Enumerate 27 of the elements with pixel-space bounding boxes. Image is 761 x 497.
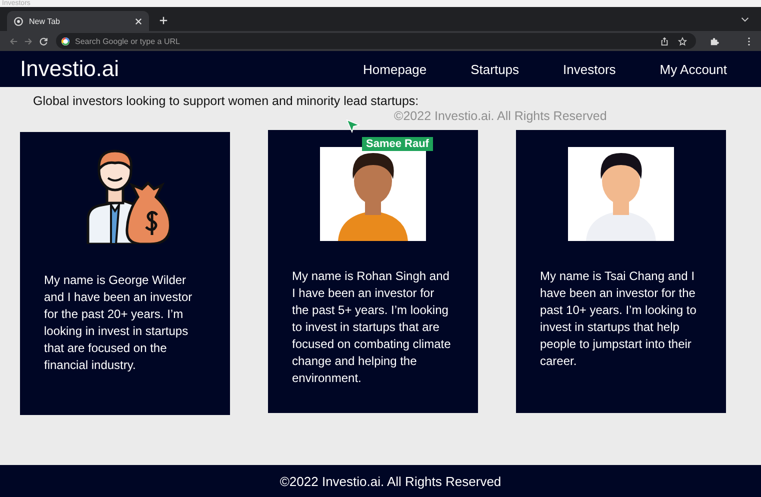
share-icon[interactable] bbox=[660, 36, 669, 46]
nav-link[interactable]: Homepage bbox=[363, 62, 427, 76]
copyright-text: ©2022 Investio.ai. All Rights Reserved bbox=[280, 474, 502, 488]
cursor-icon bbox=[346, 119, 360, 133]
new-tab-icon[interactable] bbox=[159, 16, 168, 25]
reload-icon[interactable] bbox=[39, 36, 48, 46]
nav-link[interactable]: Investors bbox=[563, 62, 616, 76]
google-icon bbox=[61, 36, 70, 46]
globe-icon bbox=[14, 16, 23, 26]
address-bar[interactable]: Search Google or type a URL bbox=[56, 33, 696, 49]
collaborator-label: Samee Rauf bbox=[362, 137, 433, 151]
logo[interactable]: Investio.ai bbox=[20, 56, 120, 82]
nav-link[interactable]: Startups bbox=[470, 62, 520, 76]
intro-text: Global investors looking to support women and minority lead startups: bbox=[33, 94, 420, 108]
menu-icon[interactable] bbox=[747, 36, 751, 46]
investor-bio: My name is Rohan Singh and I have been an investor for the past 5+ years. I’m looking to invest in startups that are focused on combating climate change and helping the environment. bbox=[292, 268, 452, 387]
investor-bio: My name is George Wilder and I have been an investor for the past 20+ years. I’m looking in invest in startups that are focused on the financial industry. bbox=[44, 272, 194, 374]
close-icon[interactable] bbox=[135, 18, 142, 24]
ghost-footer-text: ©2022 Investio.ai. All Rights Reserved bbox=[394, 109, 607, 123]
investor-bio: My name is Tsai Chang and I have been an investor for the past 10+ years. I’m looking to invest in startups that help people to jumpstart into their career. bbox=[540, 268, 698, 370]
nav-link[interactable]: My Account bbox=[660, 62, 727, 76]
chevron-down-icon[interactable] bbox=[741, 17, 749, 22]
forward-icon[interactable] bbox=[24, 36, 33, 46]
browser-tab[interactable]: New Tab bbox=[7, 11, 149, 31]
star-icon[interactable] bbox=[678, 36, 687, 46]
puzzle-icon[interactable] bbox=[710, 36, 719, 46]
back-icon[interactable] bbox=[9, 36, 18, 46]
